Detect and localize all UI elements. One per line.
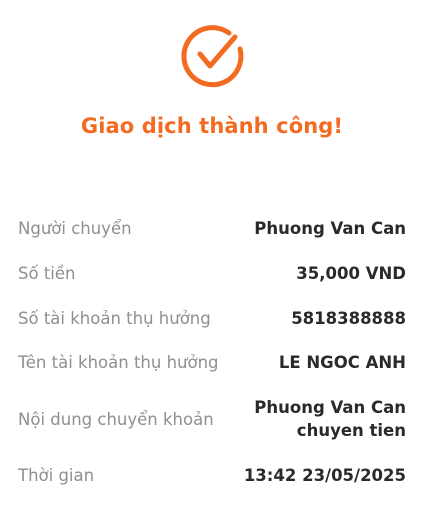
detail-row-amount: Số tiền 35,000 VND bbox=[18, 262, 406, 285]
account-name-value: LE NGOC ANH bbox=[278, 353, 406, 372]
sender-value: Phuong Van Can bbox=[254, 219, 406, 238]
content-value: Phuong Van Can chuyen tien bbox=[254, 396, 406, 442]
detail-row-time: Thời gian 13:42 23/05/2025 bbox=[18, 464, 406, 487]
content-label: Nội dung chuyển khoản bbox=[18, 409, 214, 429]
status-title: Giao dịch thành công! bbox=[80, 114, 344, 138]
time-label: Thời gian bbox=[18, 466, 95, 485]
account-number-label: Số tài khoản thụ hưởng bbox=[18, 309, 211, 328]
check-circle-icon bbox=[181, 25, 244, 88]
amount-label: Số tiền bbox=[18, 264, 76, 283]
content-value-line-1: Phuong Van Can bbox=[254, 398, 406, 417]
detail-row-account-number: Số tài khoản thụ hưởng 5818388888 bbox=[18, 307, 406, 330]
amount-value: 35,000 VND bbox=[296, 264, 406, 283]
account-number-value: 5818388888 bbox=[291, 309, 406, 328]
detail-row-content: Nội dung chuyển khoản Phuong Van Can chu… bbox=[18, 396, 406, 442]
sender-label: Người chuyển bbox=[18, 219, 132, 238]
detail-row-sender: Người chuyển Phuong Van Can bbox=[18, 217, 406, 240]
time-value: 13:42 23/05/2025 bbox=[243, 466, 406, 485]
account-name-label: Tên tài khoản thụ hưởng bbox=[18, 353, 219, 372]
content-value-line-2: chuyen tien bbox=[296, 421, 406, 440]
detail-row-account-name: Tên tài khoản thụ hưởng LE NGOC ANH bbox=[18, 351, 406, 374]
